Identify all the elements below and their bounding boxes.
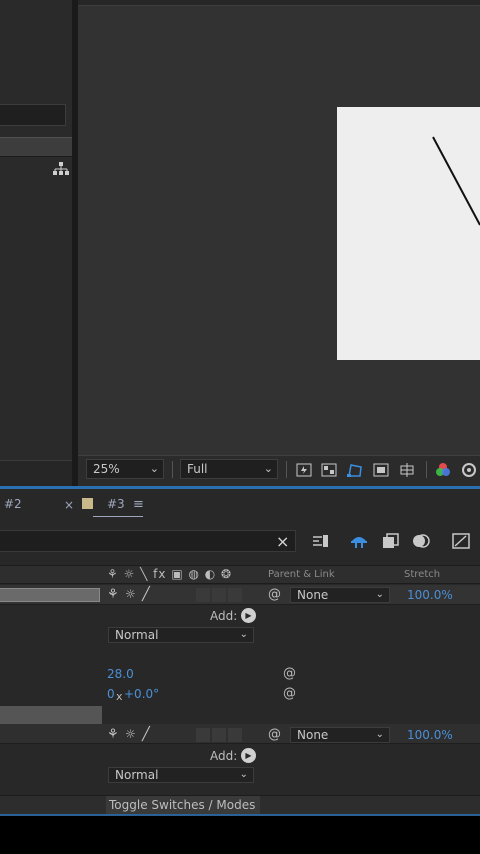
shy-switch-icon[interactable]: ⚘ [107, 727, 119, 742]
chevron-down-icon: ⌄ [239, 769, 248, 780]
layer-2-stretch-value[interactable]: 100.0% [407, 728, 453, 742]
exposure-icon[interactable] [460, 461, 478, 478]
quality-switch-icon[interactable]: ╱ [142, 727, 150, 742]
project-column-header [0, 137, 72, 157]
motion-blur-switch-cell[interactable] [228, 588, 242, 602]
add-property-button[interactable]: ▶ [241, 608, 256, 623]
add-label: Add: [210, 609, 238, 623]
parent-value: None [297, 588, 329, 602]
layer-1-parent-dropdown[interactable]: None ⌄ [290, 587, 390, 603]
pick-whip-icon[interactable]: @ [268, 587, 281, 602]
transparency-grid-icon[interactable] [320, 461, 338, 478]
toolbar-separator [426, 461, 427, 478]
motion-blur-switch-cell[interactable] [228, 728, 242, 742]
shy-switch-icon[interactable]: ⚘ [107, 587, 119, 602]
parent-link-column-header[interactable]: Parent & Link [268, 569, 335, 580]
comp-mini-flowchart-icon[interactable] [310, 531, 332, 551]
grid-guides-icon[interactable] [398, 461, 416, 478]
zoom-value: 25% [93, 462, 120, 476]
viewer-top-edge [78, 0, 480, 6]
layer-1-name-field[interactable] [0, 588, 100, 602]
pick-whip-icon[interactable]: @ [268, 727, 281, 742]
chevron-down-icon: ⌄ [149, 462, 159, 475]
chevron-down-icon: ⌄ [239, 629, 248, 640]
layer-1-blend-mode-dropdown[interactable]: Normal ⌄ [108, 627, 254, 643]
chevron-down-icon: ⌄ [263, 462, 273, 475]
motion-blur-icon[interactable] [410, 531, 432, 551]
rotation-revolutions-value[interactable]: 0 [107, 687, 115, 701]
tab-comp-3[interactable]: #3 [107, 497, 125, 511]
timeline-search-input[interactable] [0, 530, 296, 552]
layer-1-stretch-value[interactable]: 100.0% [407, 588, 453, 602]
rotation-x-label: x [116, 690, 123, 703]
switches-column-icons: ⚘ ☼ ╲ fx ▣ ◍ ◐ ❂ [107, 567, 233, 581]
blend-mode-value: Normal [115, 628, 159, 642]
project-search-field[interactable] [0, 104, 66, 126]
fast-preview-icon[interactable] [295, 461, 313, 478]
effect-switch-cell[interactable] [196, 728, 210, 742]
region-of-interest-icon[interactable] [372, 461, 390, 478]
chevron-down-icon: ⌄ [375, 589, 384, 600]
layer-2-blend-mode-dropdown[interactable]: Normal ⌄ [108, 767, 254, 783]
frame-blend-switch-cell[interactable] [212, 728, 226, 742]
shy-layers-icon[interactable] [348, 531, 370, 551]
mask-path-icon[interactable] [346, 461, 364, 478]
pick-whip-icon[interactable]: @ [283, 686, 296, 701]
solo-switch-icon[interactable]: ☼ [125, 587, 136, 601]
solo-switch-icon[interactable]: ☼ [125, 727, 136, 741]
composition-canvas[interactable] [337, 107, 480, 360]
frame-blend-switch-cell[interactable] [212, 588, 226, 602]
frame-blending-icon[interactable] [380, 531, 402, 551]
add-label: Add: [210, 749, 238, 763]
project-panel [0, 0, 72, 486]
tab-menu-icon[interactable]: ≡ [133, 497, 144, 512]
comp-color-swatch [82, 498, 93, 509]
screen-bottom-letterbox [0, 816, 480, 854]
quality-switch-icon[interactable]: ╱ [142, 587, 150, 602]
toggle-switches-modes-button[interactable]: Toggle Switches / Modes [106, 796, 260, 814]
selected-layer-strip[interactable] [0, 706, 102, 724]
color-channels-icon[interactable] [434, 461, 452, 478]
toolbar-separator [286, 461, 287, 478]
search-clear-button[interactable]: × [276, 532, 289, 551]
property-value-1[interactable]: 28.0 [107, 667, 134, 681]
active-tab-indicator [93, 516, 143, 517]
zoom-dropdown[interactable]: 25% ⌄ [86, 459, 164, 479]
resolution-dropdown[interactable]: Full ⌄ [180, 459, 278, 479]
add-property-button[interactable]: ▶ [241, 748, 256, 763]
stretch-column-header[interactable]: Stretch [404, 569, 440, 580]
graph-editor-icon[interactable] [450, 531, 472, 551]
parent-value: None [297, 728, 329, 742]
tab-comp-2[interactable]: #2 [4, 497, 22, 511]
resolution-value: Full [187, 462, 208, 476]
tab-close-button[interactable]: × [64, 498, 74, 512]
pick-whip-icon[interactable]: @ [283, 666, 296, 681]
hierarchy-icon[interactable] [53, 162, 69, 179]
blend-mode-value: Normal [115, 768, 159, 782]
project-footer [0, 460, 72, 486]
layer-2-parent-dropdown[interactable]: None ⌄ [290, 727, 390, 743]
toolbar-separator [172, 461, 173, 478]
rotation-degrees-value[interactable]: +0.0° [124, 687, 159, 701]
canvas-stroke [432, 136, 480, 226]
effect-switch-cell[interactable] [196, 588, 210, 602]
chevron-down-icon: ⌄ [375, 729, 384, 740]
